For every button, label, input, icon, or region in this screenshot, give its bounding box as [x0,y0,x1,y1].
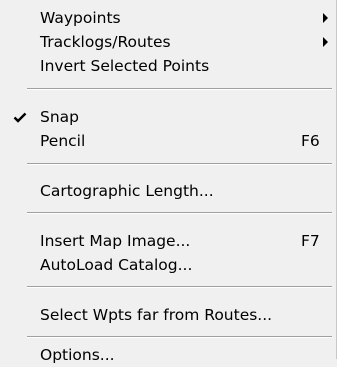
menu-separator [27,286,332,288]
menu-item-label: Options... [40,346,115,364]
menu-item-options[interactable]: Options... [0,343,336,367]
menu-item-cartographic-length[interactable]: Cartographic Length... [0,179,336,203]
menu-separator [27,88,332,90]
menu-item-label: AutoLoad Catalog... [40,256,193,274]
menu-separator [27,163,332,165]
menu-item-invert-selected-points[interactable]: Invert Selected Points [0,54,336,78]
menu-item-label: Insert Map Image... [40,232,191,250]
menu-item-label: Pencil [40,132,86,150]
submenu-arrow-icon [323,13,328,23]
menu-item-select-wpts-far-from-routes[interactable]: Select Wpts far from Routes... [0,303,336,327]
menu-item-autoload-catalog[interactable]: AutoLoad Catalog... [0,253,336,277]
menu-item-label: Tracklogs/Routes [40,33,171,51]
menu-item-label: Select Wpts far from Routes... [40,306,273,324]
menu-item-shortcut: F6 [301,132,320,150]
submenu-arrow-icon [323,37,328,47]
menu-item-tracklogs-routes[interactable]: Tracklogs/Routes [0,30,336,54]
menu-item-insert-map-image[interactable]: Insert Map Image... F7 [0,229,336,253]
menu-item-pencil[interactable]: Pencil F6 [0,129,336,153]
menu-item-label: Waypoints [40,9,121,27]
menu-item-label: Cartographic Length... [40,182,214,200]
menu-item-waypoints[interactable]: Waypoints [0,6,336,30]
context-menu: Waypoints Tracklogs/Routes Invert Select… [0,0,337,364]
menu-item-snap[interactable]: Snap [0,105,336,129]
menu-item-label: Snap [40,108,79,126]
menu-separator [27,336,332,338]
checkmark-icon [13,112,27,123]
menu-item-shortcut: F7 [301,232,320,250]
menu-item-label: Invert Selected Points [40,57,210,75]
menu-separator [27,212,332,214]
